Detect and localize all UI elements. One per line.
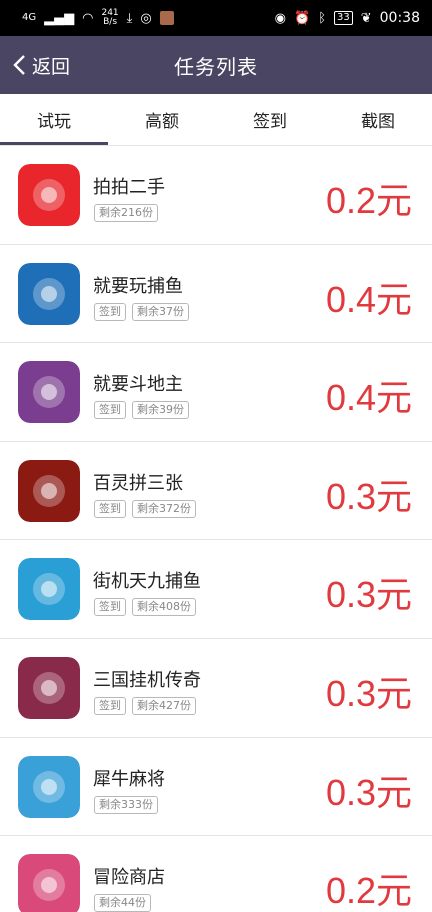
task-tags: 剩余44份 — [94, 894, 151, 912]
three-kingdoms-icon — [18, 656, 80, 719]
download-icon: ⤓ — [126, 10, 133, 26]
reward-price: 0.3元 — [325, 574, 412, 616]
task-name: 犀牛麻将 — [93, 768, 165, 790]
back-label: 返回 — [32, 55, 71, 78]
checkin-tag: 签到 — [94, 302, 126, 321]
reward-price: 0.3元 — [325, 672, 412, 714]
bluetooth-icon: ᛒ — [318, 10, 326, 26]
task-tags: 剩余216份 — [94, 204, 158, 222]
list-item[interactable]: 百灵拼三张签到 剩余372份 0.3元 — [0, 441, 432, 541]
remaining-tag: 剩余333份 — [94, 795, 158, 814]
list-item[interactable]: 三国挂机传奇 签到 剩余427份 0.3元 — [0, 638, 432, 738]
status-bar: 4G ▂▄▆ ◠ 241 B/s ⤓ ◎ ◉ ⏰ ᛒ 33 ❦ 00:38 — [0, 0, 432, 36]
fishing-game-icon — [18, 262, 80, 325]
checkin-tag: 签到 — [94, 499, 126, 518]
remaining-tag: 剩余37份 — [132, 302, 189, 321]
reward-price: 0.3元 — [325, 771, 412, 813]
adventure-shop-icon — [18, 854, 80, 912]
list-item[interactable]: 就要玩捕鱼签到 剩余37份 0.4元 — [0, 244, 432, 344]
reward-price: 0.4元 — [325, 278, 412, 320]
tab-checkin[interactable]: 签到 — [216, 94, 324, 145]
reward-price: 0.2元 — [325, 180, 412, 221]
alarm-icon: ⏰ — [294, 10, 311, 26]
rhino-mahjong-icon — [18, 755, 80, 818]
task-name: 冒险商店 — [93, 867, 165, 889]
remaining-tag: 剩余216份 — [94, 204, 158, 222]
remaining-tag: 剩余372份 — [132, 499, 196, 518]
task-name: 拍拍二手 — [93, 177, 165, 198]
checkin-tag: 签到 — [94, 401, 126, 420]
reward-price: 0.3元 — [325, 475, 412, 517]
remaining-tag: 剩余39份 — [132, 401, 189, 420]
tab-screenshot[interactable]: 截图 — [324, 94, 432, 145]
list-item[interactable]: 冒险商店剩余44份 0.2元 — [0, 836, 432, 912]
task-list: 拍拍二手 剩余216份 0.2元 就要玩捕鱼 签到 剩余37份 0.4元 就要斗地主 签到 剩余3… — [0, 146, 432, 912]
landlord-game-icon — [18, 361, 80, 424]
paipai-icon — [18, 164, 80, 226]
task-name: 就要斗地主 — [93, 374, 183, 396]
poker-game-icon — [18, 459, 80, 522]
app-notification-icon — [159, 11, 174, 25]
arcade-fishing-icon — [18, 558, 80, 621]
task-tags: 签到 剩余372份 — [94, 499, 196, 518]
list-item[interactable]: 就要斗地主签到 剩余39份 0.4元 — [0, 343, 432, 442]
remaining-tag: 剩余427份 — [132, 696, 196, 715]
speed-unit: B/s — [103, 17, 118, 27]
remaining-tag: 剩余44份 — [94, 894, 151, 912]
battery-indicator: 33 — [334, 11, 353, 25]
leaf-icon: ❦ — [360, 10, 372, 26]
task-name: 街机天九捕鱼 — [93, 571, 201, 593]
checkin-tag: 签到 — [94, 696, 126, 715]
signal-icon: ▂▄▆ — [44, 10, 75, 26]
task-tags: 签到 剩余408份 — [94, 598, 196, 617]
chevron-left-icon — [13, 55, 25, 75]
back-button[interactable]: 返回 — [12, 36, 70, 94]
task-name: 百灵拼三张 — [93, 472, 183, 494]
navbar: 返回 任务列表 — [0, 36, 432, 94]
wifi-icon: ◠ — [82, 10, 94, 26]
tab-high-reward[interactable]: 高额 — [108, 94, 216, 145]
task-tags: 剩余333份 — [94, 795, 158, 814]
clock: 00:38 — [379, 10, 420, 26]
network-speed: 241 B/s — [101, 9, 118, 27]
list-item[interactable]: 拍拍二手剩余216份 0.2元 — [0, 146, 432, 245]
list-item[interactable]: 犀牛麻将剩余333份 0.3元 — [0, 737, 432, 837]
network-indicator: 4G — [22, 12, 37, 23]
tab-trial[interactable]: 试玩 — [0, 94, 108, 145]
task-tags: 签到 剩余427份 — [94, 696, 196, 715]
task-tags: 签到 剩余39份 — [94, 401, 189, 420]
task-name: 三国挂机传奇 — [93, 669, 201, 691]
tab-bar: 试玩 高额 签到 截图 — [0, 94, 432, 146]
reward-price: 0.2元 — [325, 870, 412, 912]
spiral-app-icon: ◎ — [140, 10, 152, 26]
task-name: 就要玩捕鱼 — [93, 275, 183, 297]
checkin-tag: 签到 — [94, 598, 126, 617]
reward-price: 0.4元 — [325, 377, 412, 419]
remaining-tag: 剩余408份 — [132, 598, 196, 617]
list-item[interactable]: 街机天九捕鱼 签到 剩余408份 0.3元 — [0, 540, 432, 639]
eye-icon: ◉ — [274, 10, 286, 26]
task-tags: 签到 剩余37份 — [94, 302, 189, 321]
